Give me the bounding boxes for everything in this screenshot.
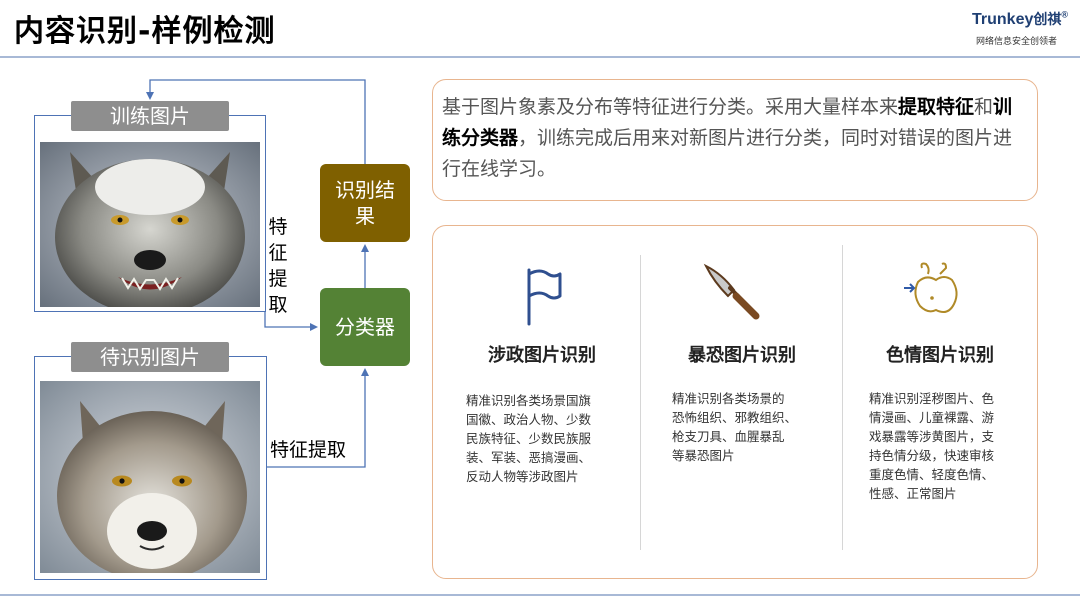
result-line-2: 果 bbox=[355, 204, 375, 228]
desc-bold-1: 提取特征 bbox=[898, 96, 975, 118]
political-line-4: 装、军装、恶搞漫画、 bbox=[466, 450, 592, 465]
footer-divider bbox=[0, 594, 1080, 596]
desc-part-2: 和 bbox=[974, 96, 994, 118]
porn-line-4: 持色情分级，快速审核 bbox=[869, 448, 995, 463]
flag-icon bbox=[527, 268, 562, 326]
political-line-5: 反动人物等涉政图片 bbox=[466, 469, 579, 484]
category-title-porn: 色情图片识别 bbox=[886, 345, 994, 366]
terror-line-4: 等暴恐图片 bbox=[672, 448, 735, 463]
category-desc-terror: 精准识别各类场景的 恐怖组织、邪教组织、 枪支刀具、血腥暴乱 等暴恐图片 bbox=[672, 389, 837, 465]
feature-char-1: 特 bbox=[268, 216, 288, 238]
description-text: 基于图片象素及分布等特征进行分类。采用大量样本来提取特征和训练分类器，训练完成后… bbox=[442, 92, 1030, 185]
body-icon bbox=[904, 262, 958, 313]
category-divider-1 bbox=[640, 255, 641, 550]
feature-extraction-vertical: 特 征 提 取 bbox=[266, 214, 290, 318]
terror-line-1: 精准识别各类场景的 bbox=[672, 391, 785, 406]
category-divider-2 bbox=[842, 245, 843, 550]
feature-extraction-horizontal: 特征提取 bbox=[270, 439, 347, 461]
feature-char-2: 征 bbox=[268, 242, 288, 264]
result-line-1: 识别结 bbox=[335, 178, 395, 202]
category-title-political: 涉政图片识别 bbox=[488, 345, 596, 366]
test-image-label: 待识别图片 bbox=[71, 342, 229, 372]
classifier-box: 分类器 bbox=[320, 288, 410, 366]
porn-line-2: 情漫画、儿童裸露、游 bbox=[869, 410, 995, 425]
category-desc-political: 精准识别各类场景国旗 国徽、政治人物、少数 民族特征、少数民族服 装、军装、恶搞… bbox=[466, 391, 634, 486]
porn-line-1: 精准识别淫秽图片、色 bbox=[869, 391, 995, 406]
political-line-1: 精准识别各类场景国旗 bbox=[466, 393, 592, 408]
porn-line-6: 性感、正常图片 bbox=[869, 486, 957, 501]
desc-part-3: ，训练完成后用来对新图片进行分类，同时对错误的图片进行在线学习。 bbox=[442, 127, 1013, 180]
feature-char-3: 提 bbox=[268, 268, 288, 290]
porn-line-5: 重度色情、轻度色情、 bbox=[869, 467, 995, 482]
political-line-3: 民族特征、少数民族服 bbox=[466, 431, 592, 446]
desc-part-1: 基于图片象素及分布等特征进行分类。采用大量样本来 bbox=[442, 96, 899, 118]
porn-line-3: 戏暴露等涉黄图片，支 bbox=[869, 429, 995, 444]
training-image-label: 训练图片 bbox=[71, 101, 229, 131]
terror-line-2: 恐怖组织、邪教组织、 bbox=[672, 410, 798, 425]
political-line-2: 国徽、政治人物、少数 bbox=[466, 412, 592, 427]
training-wolf-photo bbox=[40, 142, 260, 307]
recognition-result-box: 识别结 果 bbox=[320, 164, 410, 242]
knife-icon bbox=[703, 263, 760, 320]
feature-char-4: 取 bbox=[268, 294, 288, 316]
terror-line-3: 枪支刀具、血腥暴乱 bbox=[672, 429, 785, 444]
category-title-terror: 暴恐图片识别 bbox=[688, 345, 796, 366]
test-wolf-photo bbox=[40, 381, 260, 573]
category-desc-porn: 精准识别淫秽图片、色 情漫画、儿童裸露、游 戏暴露等涉黄图片，支 持色情分级，快… bbox=[869, 389, 1029, 503]
